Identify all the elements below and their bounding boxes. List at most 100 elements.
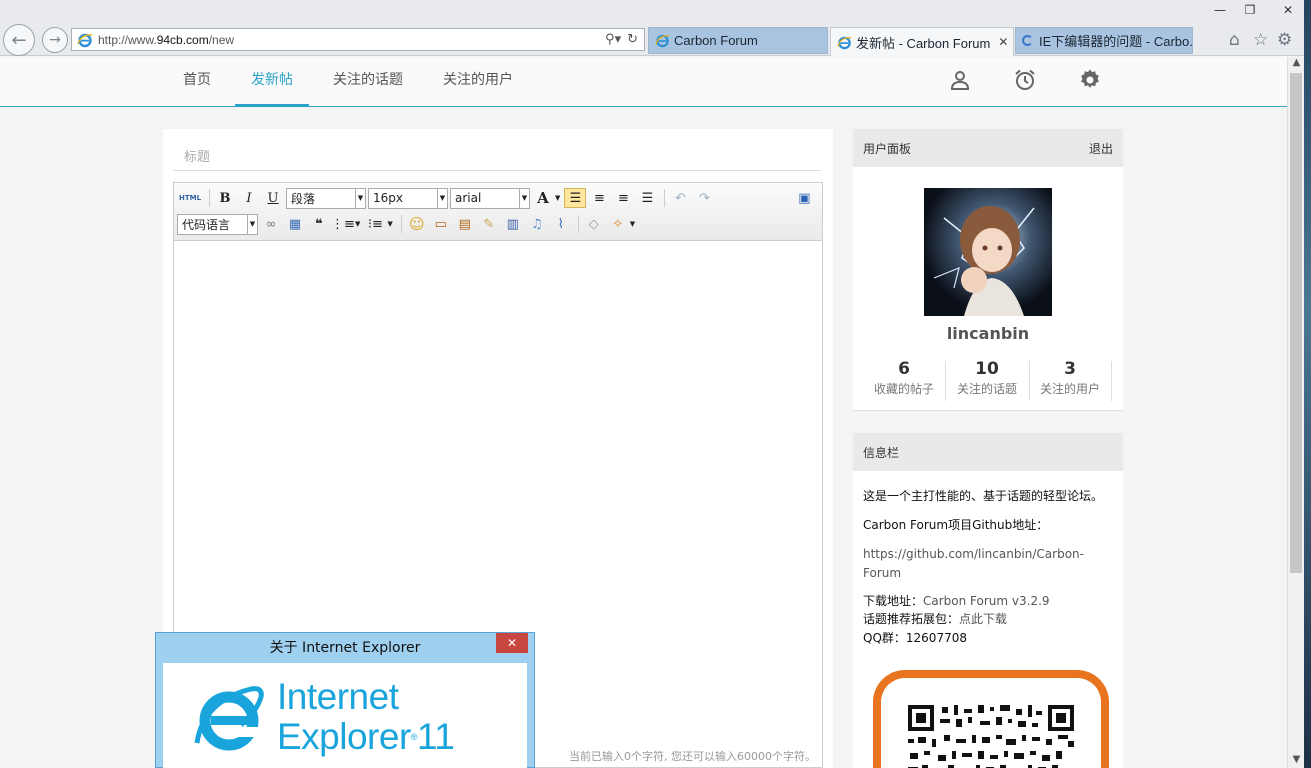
paragraph-select[interactable]: 段落 ▼ <box>286 187 366 209</box>
italic-button[interactable]: I <box>238 188 260 208</box>
download-line: 下载地址：Carbon Forum v3.2.9 <box>863 592 1113 611</box>
align-center-button[interactable]: ≡ <box>588 188 610 208</box>
insert-image-button[interactable]: ▭ <box>430 214 452 234</box>
minimize-button[interactable]: — <box>1205 0 1235 20</box>
undo-icon: ↶ <box>674 190 686 206</box>
toolbar-row-2: 代码语言 ▼ ∞ ▦ ❝ ⋮≡ ▼ ⁝≡ ▼ ☺ ▭ ▤ ✎ ▥ ♫ ⌇ ◇ ✧… <box>177 213 639 235</box>
font-size-select[interactable]: 16px ▼ <box>368 187 448 209</box>
align-right-button[interactable]: ≡ <box>612 188 634 208</box>
product-version: 11 <box>416 716 455 757</box>
align-justify-button[interactable]: ☰ <box>636 188 658 208</box>
home-icon[interactable]: ⌂ <box>1229 30 1240 50</box>
multi-image-button[interactable]: ▤ <box>454 214 476 234</box>
github-link[interactable]: https://github.com/lincanbin/Carbon-Foru… <box>863 545 1113 583</box>
insert-music-button[interactable]: ♫ <box>526 214 548 234</box>
post-title-input[interactable] <box>173 145 821 171</box>
tab-ie-editor-issue[interactable]: IE下编辑器的问题 - Carbo... <box>1015 27 1193 54</box>
about-ie-dialog: 关于 Internet Explorer ✕ Internet Explorer… <box>155 632 535 768</box>
dropdown-arrow-icon[interactable]: ▼ <box>555 194 560 202</box>
tab-new-post[interactable]: 发新帖 - Carbon Forum ✕ <box>830 27 1014 56</box>
insert-link-button[interactable]: ∞ <box>260 214 282 234</box>
unordered-list-button[interactable]: ⁝≡ <box>364 214 386 234</box>
auto-format-button[interactable]: ✧ <box>607 214 629 234</box>
insert-table-button[interactable]: ▦ <box>284 214 306 234</box>
word-count-status: 当前已输入0个字符, 您还可以输入60000个字符。 <box>569 750 816 763</box>
username[interactable]: lincanbin <box>853 324 1123 343</box>
refresh-icon[interactable]: ↻ <box>627 32 638 47</box>
dropdown-arrow-icon[interactable]: ▼ <box>630 220 635 228</box>
qr-code-frame <box>873 670 1109 768</box>
back-button[interactable]: ← <box>3 24 35 56</box>
scrawl-button[interactable]: ✎ <box>478 214 500 234</box>
tab-carbon-forum[interactable]: Carbon Forum <box>648 27 828 54</box>
forward-button[interactable]: → <box>42 27 68 53</box>
dialog-close-button[interactable]: ✕ <box>496 633 528 653</box>
smiley-icon: ☺ <box>408 215 425 233</box>
search-icon[interactable]: ⚲▾ <box>605 32 621 47</box>
editor-toolbar: HTML B I U 段落 ▼ 16px ▼ arial ▼ A ▼ ☰ ≡ ≡… <box>174 183 822 241</box>
undo-button[interactable]: ↶ <box>669 188 691 208</box>
bold-button[interactable]: B <box>214 188 236 208</box>
browser-chrome: — ❐ ✕ ← → http://www.94cb.com/new ⚲▾ ↻ C… <box>0 0 1311 56</box>
alarm-clock-icon[interactable] <box>1013 68 1037 92</box>
blockquote-button[interactable]: ❝ <box>308 214 330 234</box>
url-domain: 94cb.com <box>156 32 209 47</box>
avatar[interactable] <box>924 188 1052 316</box>
close-tab-icon[interactable]: ✕ <box>998 35 1008 49</box>
scroll-thumb[interactable] <box>1290 73 1302 573</box>
align-left-button[interactable]: ☰ <box>564 188 587 208</box>
insert-video-button[interactable]: ▥ <box>502 214 524 234</box>
toolbar-divider <box>400 215 402 233</box>
nav-home[interactable]: 首页 <box>172 57 222 107</box>
image-icon: ▭ <box>434 216 447 232</box>
extension-download-link[interactable]: 点此下载 <box>959 612 1007 626</box>
dropdown-arrow-icon[interactable]: ▼ <box>387 220 392 228</box>
font-family-select[interactable]: arial ▼ <box>450 187 530 209</box>
download-link[interactable]: Carbon Forum v3.2.9 <box>923 594 1050 608</box>
nav-new-post[interactable]: 发新帖 <box>235 57 309 107</box>
product-name-line2: Explorer®11 <box>277 716 455 757</box>
eraser-icon: ◇ <box>588 216 599 232</box>
download-label: 下载地址： <box>863 594 924 608</box>
nav-followed-users[interactable]: 关注的用户 <box>432 57 524 107</box>
github-url[interactable]: https://github.com/lincanbin/Carbon-Foru… <box>863 547 1084 580</box>
underline-button[interactable]: U <box>262 188 284 208</box>
user-panel-header: 用户面板 退出 <box>853 129 1123 167</box>
align-left-icon: ☰ <box>569 190 582 206</box>
align-right-icon: ≡ <box>617 190 629 206</box>
html-source-button[interactable]: HTML <box>177 188 203 208</box>
font-color-button[interactable]: A <box>532 188 554 208</box>
eraser-button[interactable]: ◇ <box>583 214 605 234</box>
emoticon-button[interactable]: ☺ <box>406 214 428 234</box>
font-family-value: arial <box>455 191 482 205</box>
address-url[interactable]: http://www.94cb.com/new <box>98 33 605 47</box>
stat-followed-topics[interactable]: 10 关注的话题 <box>947 359 1027 397</box>
fullscreen-button[interactable]: ▣ <box>793 188 815 208</box>
favorites-star-icon[interactable]: ☆ <box>1253 30 1268 50</box>
logout-link[interactable]: 退出 <box>1089 140 1113 157</box>
toolbar-divider <box>577 215 579 233</box>
table-icon: ▦ <box>288 216 302 232</box>
code-language-select[interactable]: 代码语言 ▼ <box>177 213 258 235</box>
redo-button[interactable]: ↷ <box>693 188 715 208</box>
address-bar[interactable]: http://www.94cb.com/new ⚲▾ ↻ <box>71 28 645 51</box>
tab-label: Carbon Forum <box>674 33 758 48</box>
settings-gear-icon[interactable] <box>1078 68 1102 92</box>
stat-followed-users[interactable]: 3 关注的用户 <box>1030 359 1110 397</box>
tools-gear-icon[interactable]: ⚙ <box>1277 30 1292 50</box>
scroll-up-arrow-icon[interactable]: ▲ <box>1288 57 1305 71</box>
dropdown-arrow-icon: ▼ <box>247 214 257 234</box>
user-icon[interactable] <box>948 68 972 92</box>
vertical-scrollbar[interactable]: ▲ ▼ <box>1287 57 1304 768</box>
stat-favorite-posts[interactable]: 6 收藏的帖子 <box>864 359 944 397</box>
dropdown-arrow-icon[interactable]: ▼ <box>355 220 360 228</box>
ordered-list-button[interactable]: ⋮≡ <box>331 214 355 234</box>
nav-followed-topics[interactable]: 关注的话题 <box>322 57 414 107</box>
ie-logo-icon <box>194 686 264 751</box>
font-size-value: 16px <box>373 191 403 205</box>
scroll-down-arrow-icon[interactable]: ▼ <box>1288 754 1305 768</box>
restore-button[interactable]: ❐ <box>1235 0 1265 20</box>
stat-number: 3 <box>1064 359 1076 379</box>
attachment-button[interactable]: ⌇ <box>550 214 572 234</box>
stat-number: 10 <box>975 359 999 379</box>
